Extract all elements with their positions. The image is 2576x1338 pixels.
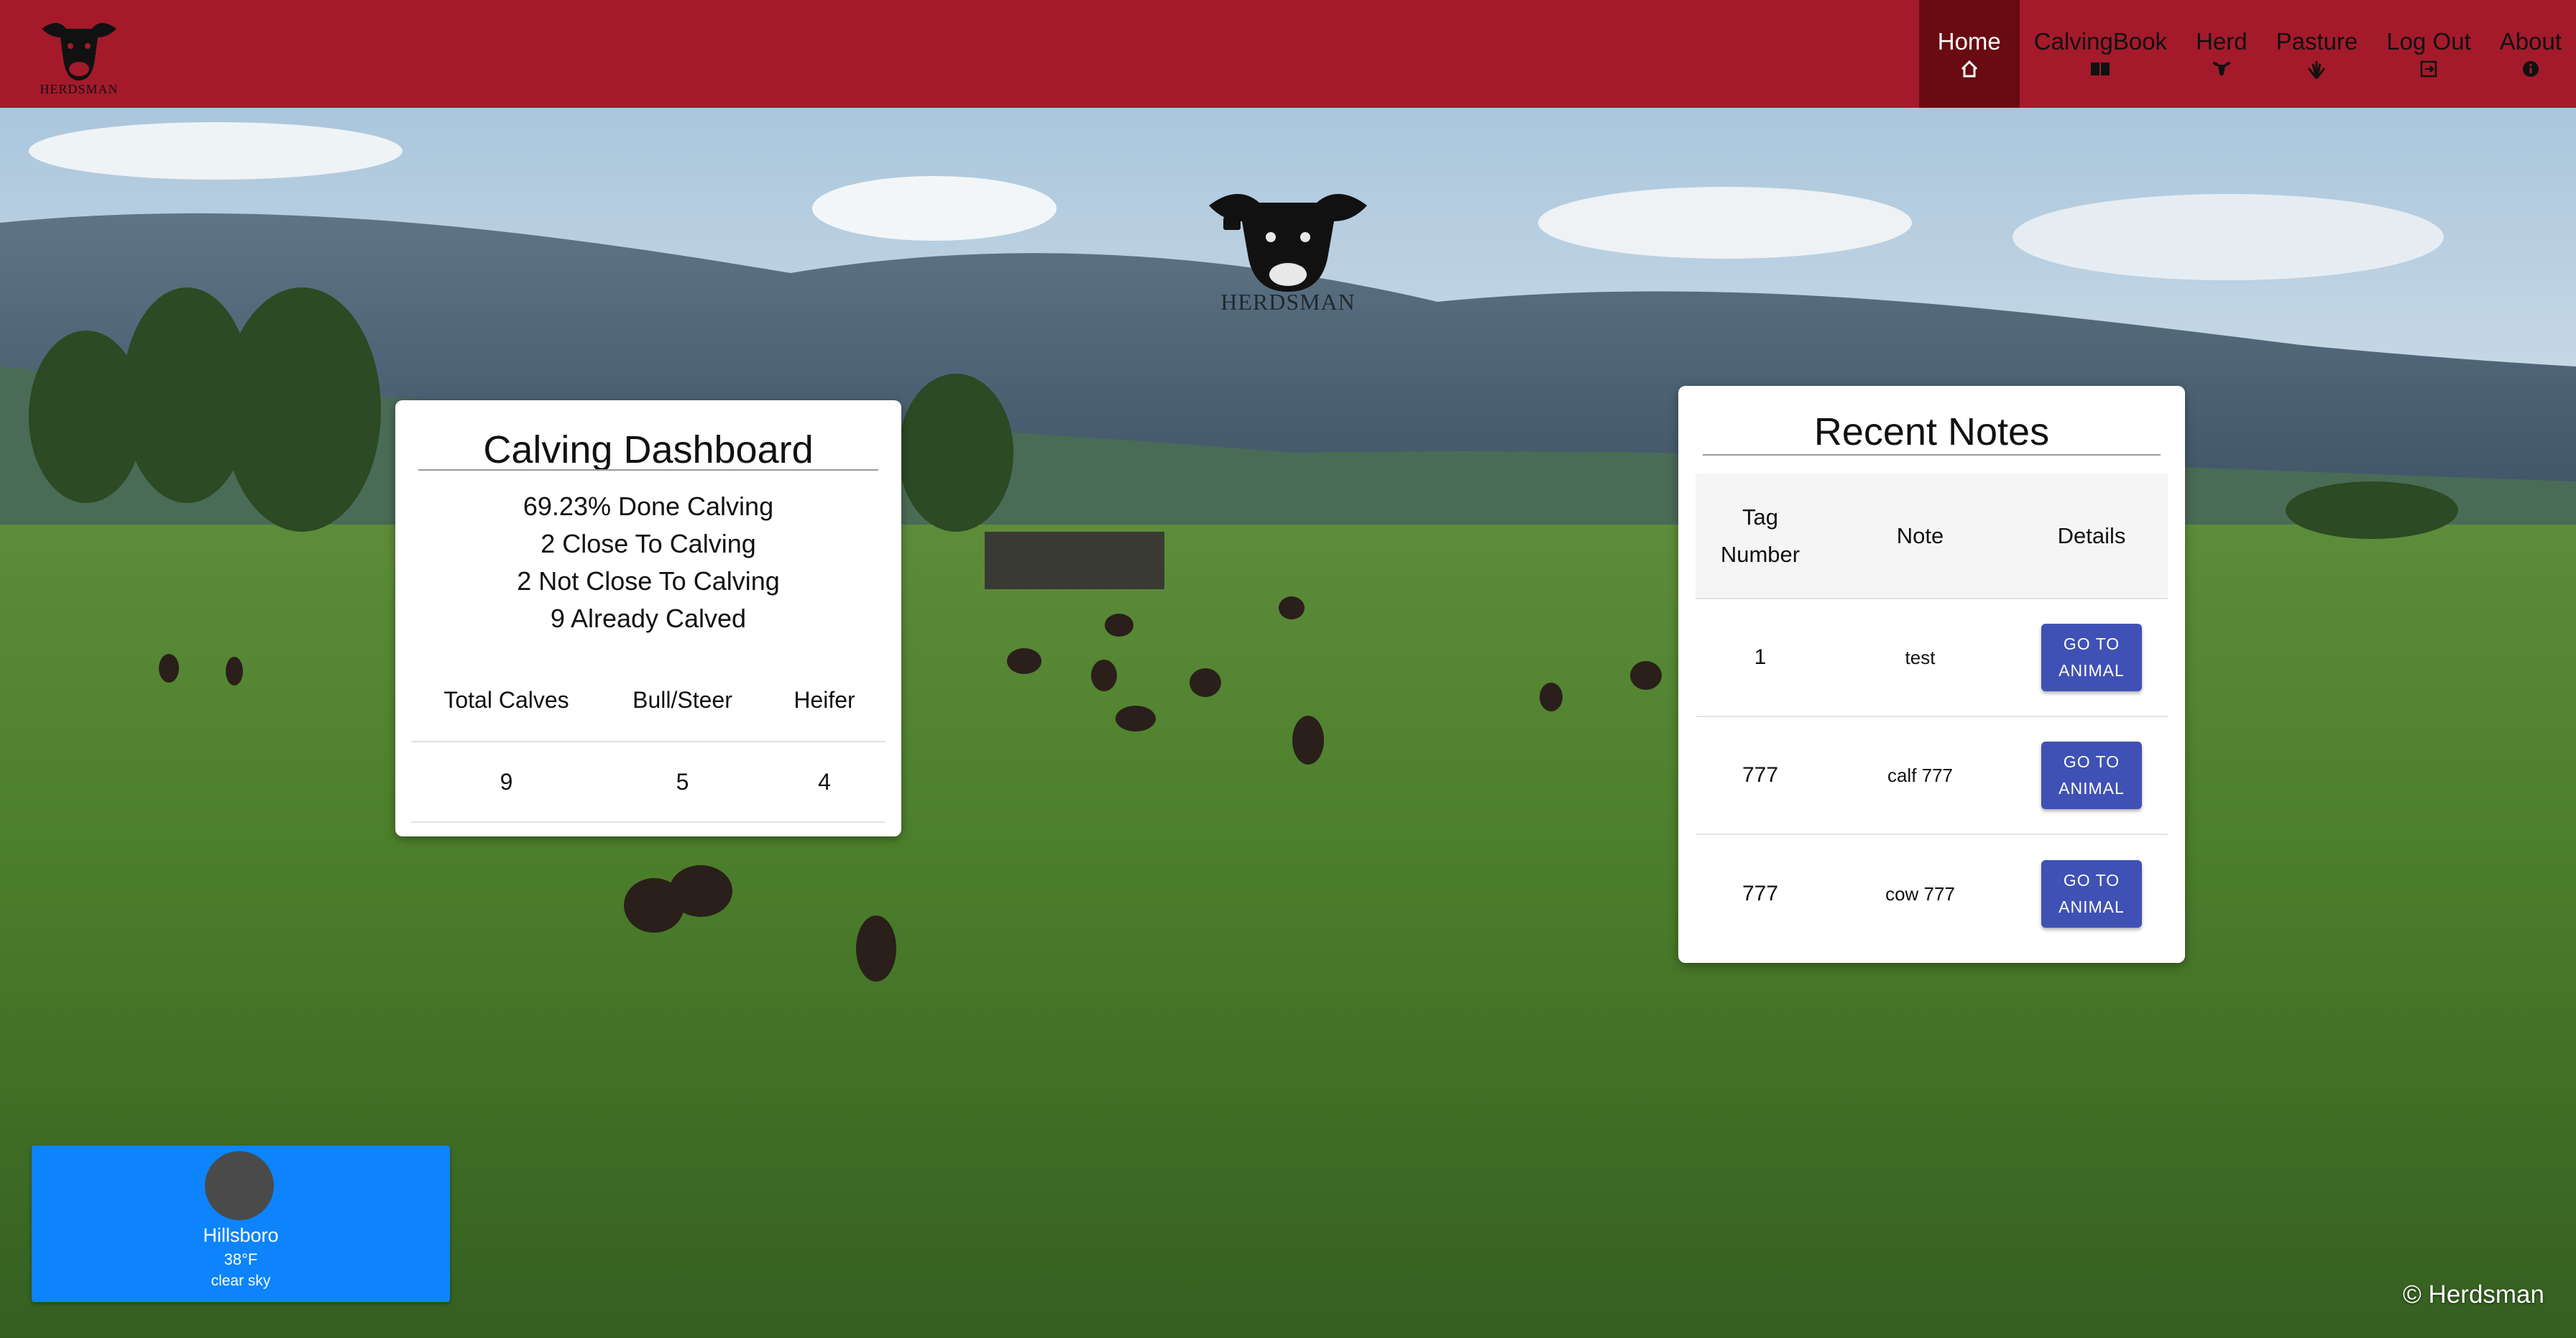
nav-menu: Home CalvingBook Herd Pasture Log Out Ab… bbox=[1918, 0, 2576, 108]
calving-stats: 69.23% Done Calving 2 Close To Calving 2… bbox=[395, 488, 901, 637]
weather-widget: Hillsboro 38°F clear sky bbox=[32, 1145, 450, 1302]
nav-about-label: About bbox=[2499, 28, 2562, 55]
home-icon bbox=[1960, 60, 1979, 80]
go-to-animal-button[interactable]: GO TO ANIMAL bbox=[2041, 860, 2142, 928]
go-to-animal-button[interactable]: GO TO ANIMAL bbox=[2041, 624, 2142, 691]
book-icon bbox=[2089, 60, 2111, 80]
note-text: cow 777 bbox=[1885, 882, 1955, 905]
footer-copyright: © Herdsman bbox=[2403, 1281, 2544, 1309]
weather-description: clear sky bbox=[211, 1273, 271, 1289]
header-total-calves: Total Calves bbox=[443, 686, 569, 713]
details-cell: GO TO ANIMAL bbox=[2015, 624, 2168, 691]
table-row: 9 5 4 bbox=[411, 742, 886, 823]
nav-herd-label: Herd bbox=[2196, 28, 2248, 55]
nav-about[interactable]: About bbox=[2485, 0, 2576, 108]
nav-pasture[interactable]: Pasture bbox=[2262, 0, 2373, 108]
nav-calvingbook[interactable]: CalvingBook bbox=[2020, 0, 2181, 108]
note-text: test bbox=[1905, 646, 1936, 668]
header-heifer: Heifer bbox=[794, 686, 855, 713]
top-navbar: HERDSMAN Home CalvingBook Herd Pasture L… bbox=[0, 0, 2576, 108]
tag-number: 1 bbox=[1754, 645, 1767, 669]
details-cell: GO TO ANIMAL bbox=[2015, 860, 2168, 928]
tag-number: 777 bbox=[1742, 763, 1779, 787]
nav-logout-label: Log Out bbox=[2386, 28, 2471, 55]
nav-calvingbook-label: CalvingBook bbox=[2033, 28, 2168, 55]
notes-title: Recent Notes bbox=[1813, 410, 2050, 453]
info-icon bbox=[2521, 60, 2540, 80]
stat-close-to-calving: 2 Close To Calving bbox=[540, 529, 756, 558]
divider bbox=[418, 469, 878, 471]
header-bull-steer: Bull/Steer bbox=[632, 686, 732, 713]
total-calves-value: 9 bbox=[500, 768, 513, 795]
details-cell: GO TO ANIMAL bbox=[2015, 742, 2168, 809]
weather-city: Hillsboro bbox=[203, 1224, 279, 1246]
table-row: 777 cow 777 GO TO ANIMAL bbox=[1696, 835, 2168, 953]
tag-number: 777 bbox=[1742, 882, 1779, 905]
grass-icon bbox=[2306, 60, 2327, 80]
recent-notes-card: Recent Notes Tag Number Note Details 1 t… bbox=[1678, 386, 2185, 963]
center-logo-text: HERDSMAN bbox=[1220, 289, 1356, 315]
table-header-row: Total Calves Bull/Steer Heifer bbox=[411, 659, 886, 742]
header-details: Details bbox=[2057, 522, 2126, 548]
logo-text: HERDSMAN bbox=[40, 82, 119, 96]
calves-table: Total Calves Bull/Steer Heifer 9 5 4 bbox=[411, 659, 886, 823]
bull-steer-value: 5 bbox=[676, 768, 689, 795]
table-row: 1 test GO TO ANIMAL bbox=[1696, 599, 2168, 717]
cow-icon bbox=[2211, 60, 2232, 80]
notes-header-row: Tag Number Note Details bbox=[1696, 474, 2168, 599]
dashboard-title: Calving Dashboard bbox=[483, 428, 814, 471]
header-note: Note bbox=[1896, 522, 1944, 548]
stat-already-calved: 9 Already Calved bbox=[550, 604, 747, 633]
weather-temperature: 38°F bbox=[224, 1250, 258, 1268]
stat-not-close-to-calving: 2 Not Close To Calving bbox=[517, 566, 780, 596]
nav-pasture-label: Pasture bbox=[2276, 28, 2358, 55]
divider bbox=[1703, 454, 2161, 456]
header-tag-number: Tag Number bbox=[1720, 504, 1800, 567]
nav-home[interactable]: Home bbox=[1918, 0, 2020, 108]
heifer-value: 4 bbox=[818, 768, 831, 795]
stat-done-calving: 69.23% Done Calving bbox=[523, 492, 774, 521]
nav-home-label: Home bbox=[1937, 28, 2001, 55]
nav-logout[interactable]: Log Out bbox=[2372, 0, 2485, 108]
notes-table: Tag Number Note Details 1 test GO TO ANI… bbox=[1696, 474, 2168, 953]
note-text: calf 777 bbox=[1887, 764, 1954, 786]
logout-icon bbox=[2419, 60, 2438, 80]
calving-dashboard-card: Calving Dashboard 69.23% Done Calving 2 … bbox=[395, 400, 901, 836]
nav-herd[interactable]: Herd bbox=[2181, 0, 2262, 108]
go-to-animal-button[interactable]: GO TO ANIMAL bbox=[2041, 742, 2142, 809]
table-row: 777 calf 777 GO TO ANIMAL bbox=[1696, 717, 2168, 835]
weather-icon bbox=[205, 1151, 274, 1220]
